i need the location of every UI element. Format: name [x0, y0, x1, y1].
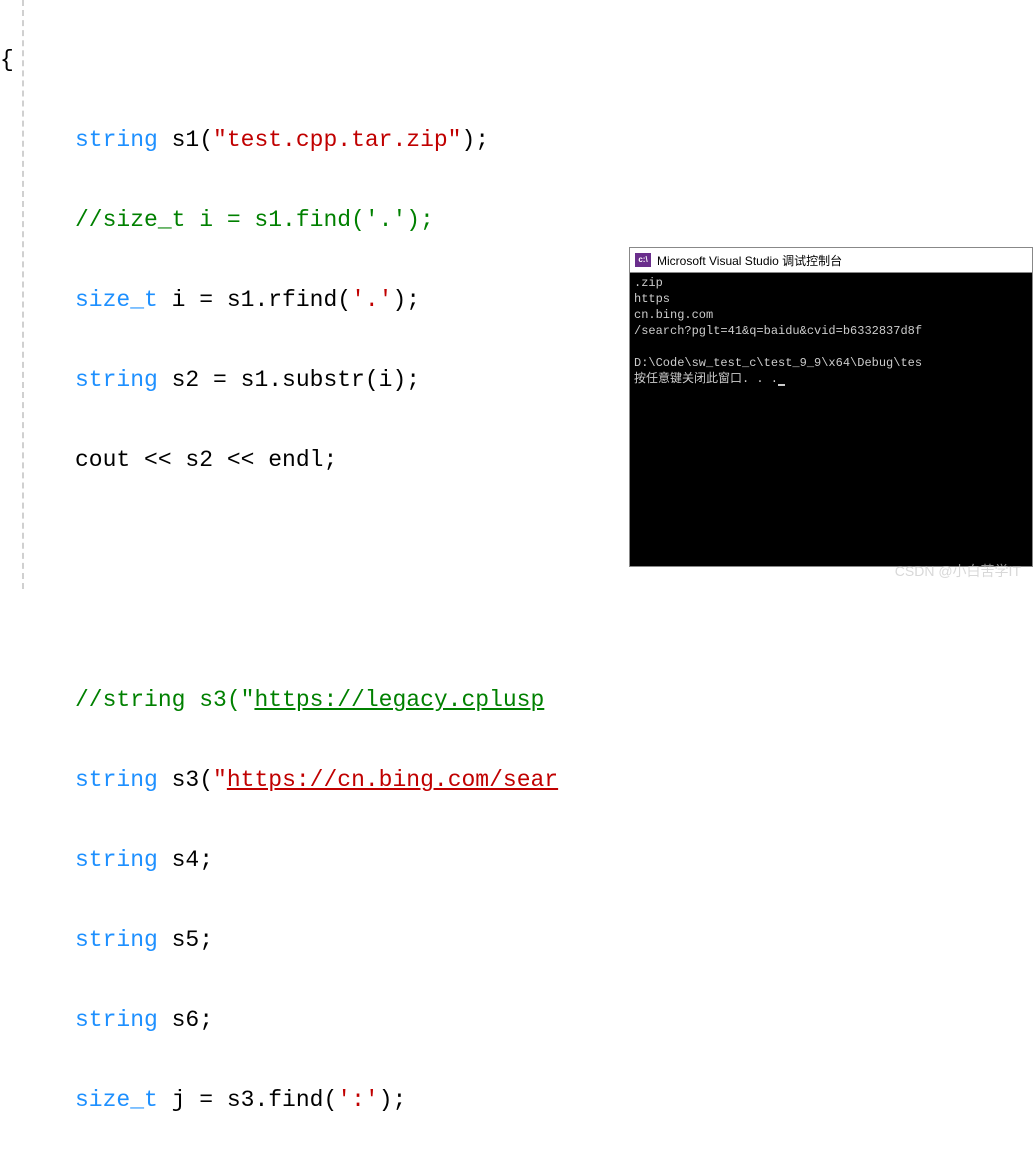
- output-line: 按任意键关闭此窗口. . .: [634, 372, 778, 386]
- output-line: .zip: [634, 276, 663, 290]
- keyword: size_t: [75, 1087, 158, 1113]
- console-output: .zip https cn.bing.com /search?pglt=41&q…: [630, 273, 1032, 389]
- code-text: );: [379, 1087, 407, 1113]
- watermark: CSDN @小白苦学IT: [895, 561, 1021, 581]
- code-text: s6;: [158, 1007, 213, 1033]
- code-text: s5;: [158, 927, 213, 953]
- code-text: );: [392, 287, 420, 313]
- cursor: [778, 384, 785, 386]
- code-text: i = s1.rfind(: [158, 287, 351, 313]
- url-link[interactable]: https://legacy.cplusp: [254, 687, 544, 713]
- code-text: s3(: [158, 767, 213, 793]
- keyword: string: [75, 367, 158, 393]
- comment: //size_t i = s1.find('.');: [75, 207, 434, 233]
- console-title-text: Microsoft Visual Studio 调试控制台: [657, 252, 842, 269]
- comment: //string s3(": [75, 687, 254, 713]
- code-text: );: [462, 127, 490, 153]
- console-titlebar[interactable]: c:\ Microsoft Visual Studio 调试控制台: [630, 248, 1032, 273]
- keyword: string: [75, 127, 158, 153]
- code-text: j = s3.find(: [158, 1087, 337, 1113]
- string-quote: ": [213, 767, 227, 793]
- keyword: string: [75, 767, 158, 793]
- code-text: cout << s2 << endl;: [75, 447, 337, 473]
- code-text: s2 = s1.substr(i);: [158, 367, 420, 393]
- keyword: size_t: [75, 287, 158, 313]
- keyword: string: [75, 927, 158, 953]
- code-text: s4;: [158, 847, 213, 873]
- url-link[interactable]: https://cn.bing.com/sear: [227, 767, 558, 793]
- brace: {: [0, 47, 14, 73]
- char-literal: '.': [351, 287, 392, 313]
- keyword: string: [75, 1007, 158, 1033]
- vs-icon: c:\: [635, 253, 651, 267]
- keyword: string: [75, 847, 158, 873]
- output-line: D:\Code\sw_test_c\test_9_9\x64\Debug\tes: [634, 356, 922, 370]
- char-literal: ':': [337, 1087, 378, 1113]
- string-literal: "test.cpp.tar.zip": [213, 127, 461, 153]
- output-line: /search?pglt=41&q=baidu&cvid=b6332837d8f: [634, 324, 922, 338]
- output-line: https: [634, 292, 670, 306]
- debug-console-window[interactable]: c:\ Microsoft Visual Studio 调试控制台 .zip h…: [629, 247, 1033, 567]
- output-line: cn.bing.com: [634, 308, 713, 322]
- code-editor[interactable]: { string s1("test.cpp.tar.zip"); //size_…: [0, 0, 558, 1160]
- code-text: s1(: [158, 127, 213, 153]
